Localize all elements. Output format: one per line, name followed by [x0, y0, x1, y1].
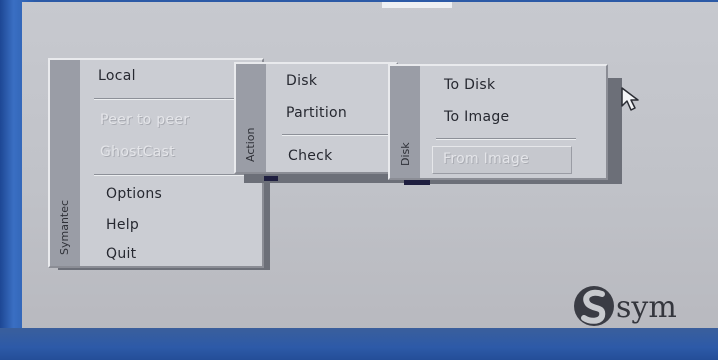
action-menu-side-strip: Action [236, 64, 266, 172]
main-menu: Symantec Local Peer to peer GhostCast Op… [48, 58, 264, 268]
mouse-pointer-icon [621, 87, 639, 111]
symantec-logo-icon [574, 286, 614, 326]
menu-item-to-disk[interactable]: To Disk [444, 77, 495, 93]
menu-separator [436, 138, 576, 139]
menu-item-check[interactable]: Check [288, 148, 333, 164]
menu-item-help[interactable]: Help [106, 217, 139, 233]
menu-item-ghostcast: GhostCast [100, 144, 175, 160]
symantec-logo-text: sym [616, 290, 677, 325]
disk-menu: Disk To Disk To Image From Image [388, 64, 608, 180]
menu-item-quit[interactable]: Quit [106, 246, 136, 262]
menu-item-local[interactable]: Local [98, 68, 136, 84]
menu-item-partition[interactable]: Partition [286, 105, 347, 121]
disk-menu-side-strip: Disk [390, 66, 420, 178]
menu-shadow-marker [264, 176, 278, 181]
disk-menu-side-label: Disk [399, 142, 412, 166]
main-menu-side-label: Symantec [58, 199, 71, 255]
monitor-bezel-bottom [0, 328, 718, 360]
menu-separator [94, 98, 254, 99]
menu-item-from-image-label: From Image [443, 151, 529, 167]
action-menu: Action Disk Partition Check [234, 62, 398, 174]
menu-shadow-marker [404, 180, 430, 185]
menu-item-to-image[interactable]: To Image [444, 109, 509, 125]
screen-glare [382, 2, 452, 8]
main-menu-side-strip: Symantec [50, 60, 80, 266]
menu-item-peer-to-peer: Peer to peer [100, 112, 190, 128]
menu-separator [94, 174, 254, 175]
menu-item-disk[interactable]: Disk [286, 73, 317, 89]
menu-separator [282, 134, 390, 135]
action-menu-side-label: Action [244, 127, 257, 162]
menu-item-options[interactable]: Options [106, 186, 162, 202]
menu-item-from-image[interactable]: From Image [432, 146, 572, 174]
